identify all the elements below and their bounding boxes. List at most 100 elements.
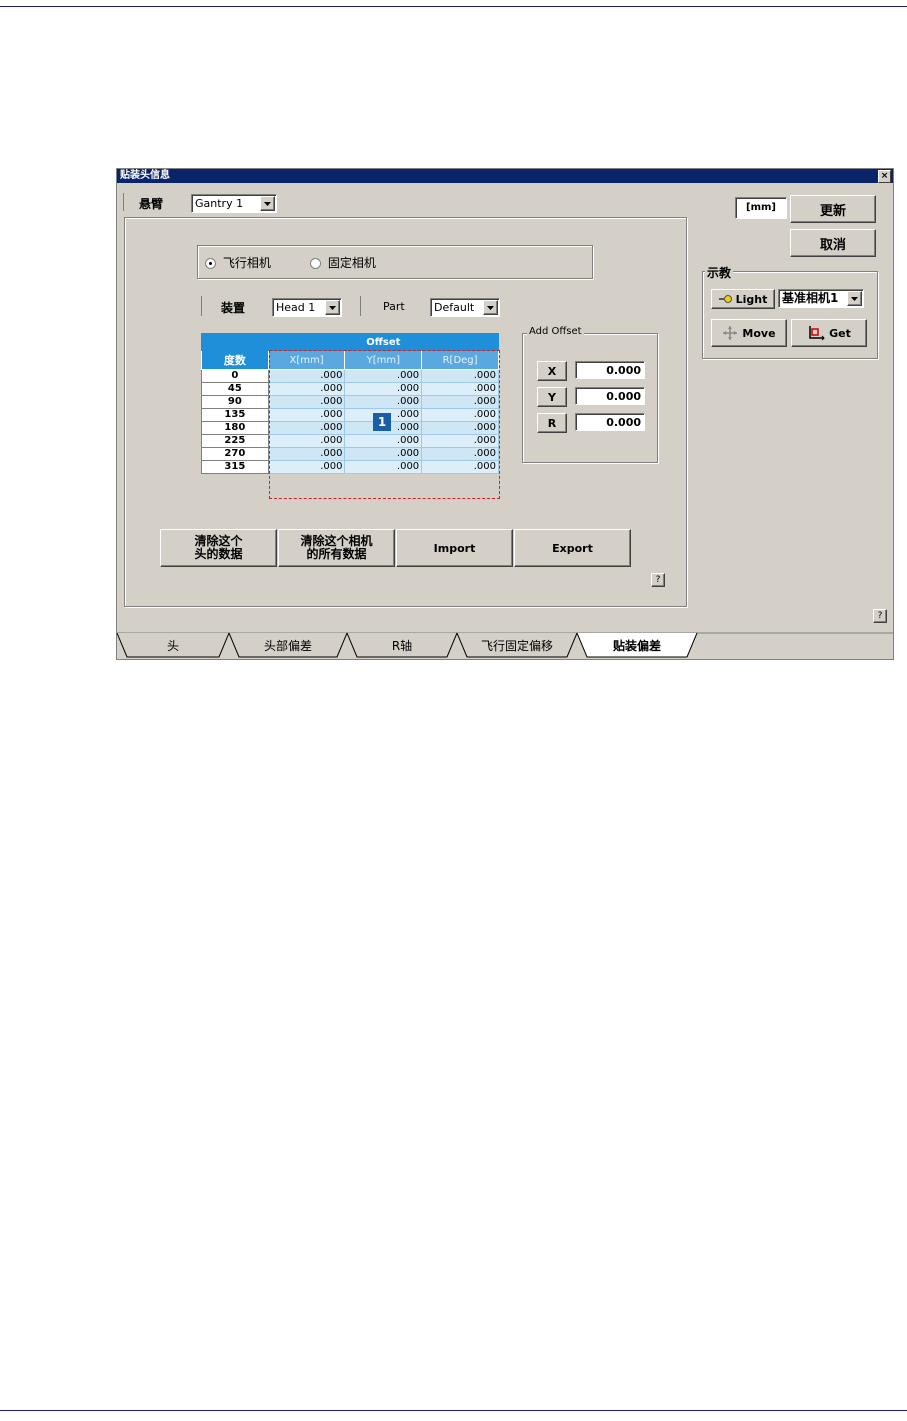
- close-button[interactable]: ×: [878, 170, 891, 183]
- update-button[interactable]: 更新: [790, 195, 876, 223]
- offset-table-corner: [201, 333, 269, 351]
- flying-camera-radio[interactable]: [205, 258, 216, 269]
- table-cell-value[interactable]: .000: [267, 447, 346, 461]
- tab-3[interactable]: 飞行固定偏移: [457, 637, 577, 654]
- tab-0[interactable]: 头: [117, 637, 229, 654]
- teach-camera-dropdown-arrow-icon[interactable]: [847, 291, 862, 306]
- add-offset-title: Add Offset: [527, 326, 584, 337]
- offset-group-header: Offset: [267, 333, 500, 351]
- offset-field-input-y[interactable]: 0.000: [575, 387, 645, 405]
- table-cell-value[interactable]: .000: [421, 369, 499, 383]
- table-cell-value[interactable]: .000: [344, 460, 423, 474]
- table-cell-value[interactable]: .000: [421, 421, 499, 435]
- window-title: 贴装头信息: [120, 170, 170, 181]
- part-select[interactable]: Default: [430, 298, 500, 317]
- table-cell-value[interactable]: .000: [421, 434, 499, 448]
- table-cell-value[interactable]: .000: [344, 447, 423, 461]
- callout-badge: 1: [373, 413, 391, 431]
- export-button-label: Export: [552, 541, 593, 555]
- get-button-label: Get: [829, 326, 851, 340]
- offset-table: Offset 度数 X[mm] Y[mm] R[Deg] 0.000.000.0…: [201, 333, 500, 474]
- clear-head-data-button[interactable]: 清除这个 头的数据: [160, 529, 277, 567]
- flying-camera-option[interactable]: 飞行相机: [205, 254, 271, 271]
- table-cell-degree[interactable]: 90: [201, 395, 269, 409]
- table-cell-value[interactable]: .000: [267, 395, 346, 409]
- table-cell-value[interactable]: .000: [421, 447, 499, 461]
- table-cell-value[interactable]: .000: [344, 369, 423, 383]
- table-row[interactable]: 315.000.000.000: [201, 460, 499, 474]
- device-select[interactable]: Head 1: [272, 298, 342, 317]
- clear-camera-data-button[interactable]: 清除这个相机 的所有数据: [278, 529, 395, 567]
- device-dropdown-arrow-icon[interactable]: [325, 300, 340, 315]
- table-cell-value[interactable]: .000: [267, 421, 346, 435]
- move-arrows-icon: [722, 325, 738, 341]
- col-header-y[interactable]: Y[mm]: [344, 350, 423, 370]
- light-button[interactable]: Light: [711, 289, 775, 309]
- table-row[interactable]: 225.000.000.000: [201, 434, 499, 448]
- table-cell-value[interactable]: .000: [421, 460, 499, 474]
- table-cell-degree[interactable]: 0: [201, 369, 269, 383]
- table-cell-degree[interactable]: 135: [201, 408, 269, 422]
- offset-field-input-x[interactable]: 0.000: [575, 361, 645, 379]
- table-cell-value[interactable]: .000: [267, 369, 346, 383]
- tab-4[interactable]: 贴装偏差: [577, 637, 697, 654]
- gantry-label: 悬臂: [139, 197, 164, 211]
- table-row[interactable]: 270.000.000.000: [201, 447, 499, 461]
- light-button-label: Light: [735, 292, 768, 306]
- move-button[interactable]: Move: [711, 319, 787, 347]
- cancel-button-label: 取消: [819, 237, 846, 253]
- get-coordinate-icon: [807, 325, 825, 341]
- offset-field-label-x: X: [537, 361, 567, 381]
- part-dropdown-arrow-icon[interactable]: [483, 300, 498, 315]
- table-cell-degree[interactable]: 45: [201, 382, 269, 396]
- table-cell-value[interactable]: .000: [267, 434, 346, 448]
- tab-1[interactable]: 头部偏差: [229, 637, 347, 654]
- teach-camera-select[interactable]: 基准相机1: [778, 289, 864, 308]
- table-cell-degree[interactable]: 225: [201, 434, 269, 448]
- table-cell-degree[interactable]: 270: [201, 447, 269, 461]
- offset-field-input-r[interactable]: 0.000: [575, 413, 645, 431]
- table-cell-degree[interactable]: 315: [201, 460, 269, 474]
- export-button[interactable]: Export: [514, 529, 631, 567]
- col-header-x[interactable]: X[mm]: [267, 350, 346, 370]
- device-label: 装置: [221, 301, 246, 315]
- offset-table-body: 0.000.000.000 45.000.000.000 90.000.000.00…: [201, 369, 499, 474]
- offset-field-label-r: R: [537, 413, 567, 433]
- table-cell-value[interactable]: .000: [421, 382, 499, 396]
- table-cell-value[interactable]: .000: [421, 408, 499, 422]
- panel-help-button[interactable]: ?: [651, 573, 665, 587]
- tab-2[interactable]: R轴: [347, 637, 457, 654]
- fixed-camera-radio[interactable]: [310, 258, 321, 269]
- table-row[interactable]: 90.000.000.000: [201, 395, 499, 409]
- cancel-button[interactable]: 取消: [790, 229, 876, 257]
- table-cell-value[interactable]: .000: [344, 434, 423, 448]
- window-help-button[interactable]: ?: [873, 609, 887, 623]
- top-page-rule: [0, 6, 907, 7]
- gantry-dropdown-arrow-icon[interactable]: [260, 196, 275, 211]
- col-header-degree[interactable]: 度数: [201, 350, 269, 370]
- table-cell-value[interactable]: .000: [267, 460, 346, 474]
- fixed-camera-option[interactable]: 固定相机: [310, 254, 376, 271]
- teach-title: 示教: [705, 264, 734, 281]
- table-cell-degree[interactable]: 180: [201, 421, 269, 435]
- table-cell-value[interactable]: .000: [344, 382, 423, 396]
- tab-bar: 头头部偏差 R轴 飞行固定偏移 贴装偏差: [117, 631, 893, 659]
- table-cell-value[interactable]: .000: [344, 395, 423, 409]
- table-cell-value[interactable]: .000: [267, 408, 346, 422]
- table-row[interactable]: 0.000.000.000: [201, 369, 499, 383]
- update-button-label: 更新: [819, 203, 846, 219]
- table-cell-value[interactable]: .000: [267, 382, 346, 396]
- table-cell-value[interactable]: .000: [421, 395, 499, 409]
- offset-table-container: Offset 度数 X[mm] Y[mm] R[Deg] 0.000.000.0…: [201, 333, 500, 499]
- col-header-r[interactable]: R[Deg]: [421, 350, 499, 370]
- move-button-label: Move: [742, 326, 776, 340]
- clear-camera-data-label: 清除这个相机 的所有数据: [300, 534, 373, 561]
- table-row[interactable]: 135.000.000.000: [201, 408, 499, 422]
- gantry-select[interactable]: Gantry 1: [191, 194, 277, 213]
- table-row[interactable]: 180.000.000.000: [201, 421, 499, 435]
- import-button[interactable]: Import: [396, 529, 513, 567]
- get-button[interactable]: Get: [791, 319, 867, 347]
- table-row[interactable]: 45.000.000.000: [201, 382, 499, 396]
- device-separator: [201, 296, 202, 316]
- part-label: Part: [383, 300, 405, 313]
